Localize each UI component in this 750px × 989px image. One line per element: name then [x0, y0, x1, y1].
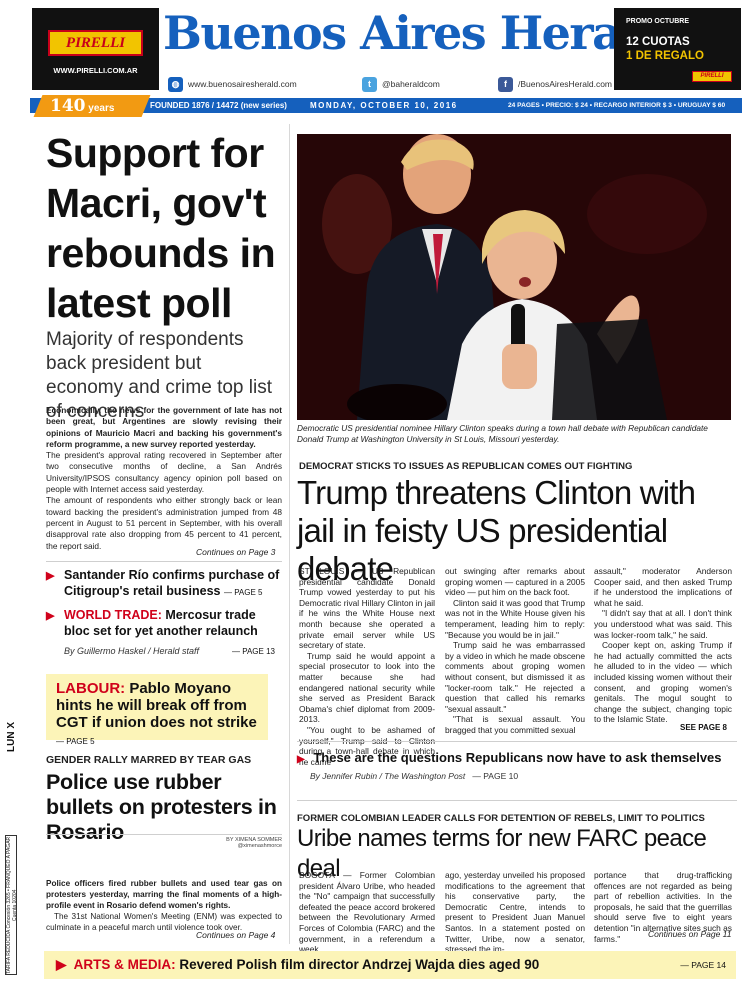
lead-continues-link[interactable]: Continues on Page 3: [196, 547, 275, 557]
trump-column-3: assault," moderator Anderson Cooper said…: [594, 566, 732, 725]
world-trade-teaser[interactable]: ▶ WORLD TRADE: Mercosur trade bloc set f…: [46, 608, 282, 639]
arrow-right-icon: ▶: [46, 570, 55, 582]
rosario-credit: BY XIMENA SOMMER @ximenashmorce: [190, 837, 282, 849]
globe-icon: ◍: [168, 76, 183, 92]
promo-line-1: 12 CUOTAS: [626, 36, 690, 48]
lead-paragraph: The president's approval rating recovere…: [46, 450, 282, 495]
arrow-right-icon: ▶: [46, 610, 55, 622]
twitter-icon: t: [362, 76, 377, 92]
debate-photo-illustration: [297, 134, 731, 420]
trump-paragraph: "I didn't say that at all. I don't think…: [594, 608, 732, 640]
uribe-continues-link[interactable]: Continues on Page 11: [648, 929, 732, 939]
founded-text: FOUNDED 1876 / 14472 (new series): [150, 101, 287, 110]
lead-paragraph: Economically, the news for the governmen…: [46, 405, 282, 449]
pirelli-ad-left[interactable]: PIRELLI WWW.PIRELLI.COM.AR: [32, 8, 159, 90]
world-trade-byline: By Guillermo Haskel / Herald staff: [64, 646, 200, 656]
uribe-paragraph: ago, yesterday unveiled his proposed mod…: [445, 870, 585, 955]
lead-paragraph: The amount of respondents who either str…: [46, 495, 282, 551]
anniversary-text: 140 years: [50, 95, 140, 117]
anniversary-number: 140: [50, 96, 86, 116]
pirelli-url: WWW.PIRELLI.COM.AR: [53, 66, 138, 75]
column-divider: [289, 124, 290, 944]
arts-page: — PAGE 14: [680, 960, 726, 970]
pirelli-logo: PIRELLI: [48, 30, 143, 56]
republicans-teaser[interactable]: ▶ These are the questions Republicans no…: [297, 750, 737, 765]
arrow-right-icon: ▶: [56, 957, 67, 972]
trump-paragraph: Trump said he was embarrassed by a video…: [445, 640, 585, 714]
trump-see-page[interactable]: SEE PAGE 8: [680, 723, 727, 732]
day-tag: LUN X: [6, 722, 17, 752]
santander-page: — PAGE 5: [223, 587, 263, 597]
newspaper-title: Buenos Aires Herald: [163, 6, 669, 60]
website-text: www.buenosairesherald.com: [188, 79, 297, 89]
arts-teaser[interactable]: ▶ ARTS & MEDIA: Revered Polish film dire…: [44, 951, 736, 979]
trump-paragraph: ST LOUIS — US Republican presidential ca…: [299, 566, 435, 651]
twitter-link[interactable]: t @baheraldcom: [362, 76, 440, 92]
promo-label: PROMO OCTUBRE: [626, 18, 689, 25]
trump-paragraph: Clinton said it was good that Trump was …: [445, 597, 585, 640]
trump-paragraph: "That is sexual assault. You bragged tha…: [445, 714, 585, 735]
promo-pirelli-logo: PIRELLI: [692, 71, 732, 82]
issue-date: MONDAY, OCTOBER 10, 2016: [310, 101, 458, 110]
rosario-credit-handle: @ximenashmorce: [237, 843, 282, 849]
republicans-author: By Jennifer Rubin / The Washington Post: [310, 771, 466, 781]
divider: [297, 800, 737, 801]
trump-paragraph: assault," moderator Anderson Cooper said…: [594, 566, 732, 608]
world-trade-page: — PAGE 13: [232, 647, 275, 656]
anniversary-word: years: [88, 103, 115, 114]
rosario-continues-link[interactable]: Continues on Page 4: [196, 930, 275, 940]
price-text: 24 PAGES • PRECIO: $ 24 • RECARGO INTERI…: [508, 102, 726, 109]
uribe-column-2: ago, yesterday unveiled his proposed mod…: [445, 870, 585, 955]
trump-paragraph: out swinging after remarks about groping…: [445, 566, 585, 598]
trump-column-1: ST LOUIS — US Republican presidential ca…: [299, 566, 435, 767]
republicans-text: These are the questions Republicans now …: [313, 750, 722, 765]
arrow-right-icon: ▶: [297, 754, 305, 765]
twitter-text: @baheraldcom: [382, 79, 440, 89]
divider: [46, 834, 282, 835]
arts-headline: Revered Polish film director Andrzej Waj…: [179, 957, 540, 972]
labour-teaser[interactable]: LABOUR: Pablo Moyano hints he will break…: [46, 674, 268, 746]
divider: [297, 741, 737, 742]
labour-page: — PAGE 5: [56, 737, 95, 746]
promo-ad-right[interactable]: PROMO OCTUBRE 12 CUOTAS 1 DE REGALO PIRE…: [614, 8, 741, 90]
uribe-paragraph: BOGOTÁ — Former Colombian president Álva…: [299, 870, 435, 955]
uribe-column-1: BOGOTÁ — Former Colombian president Álva…: [299, 870, 435, 955]
trump-column-2: out swinging after remarks about groping…: [445, 566, 585, 736]
arts-text: ▶ ARTS & MEDIA: Revered Polish film dire…: [56, 957, 539, 973]
promo-line-2: 1 DE REGALO: [626, 50, 704, 62]
postal-box: TARIFA REDUCIDA Concesión 3265 • FRANQUE…: [5, 835, 18, 975]
trump-paragraph: Cooper kept on, asking Trump if he had a…: [594, 640, 732, 725]
santander-teaser[interactable]: ▶ Santander Río confirms purchase of Cit…: [46, 568, 282, 600]
lead-body: Economically, the news for the governmen…: [46, 405, 282, 552]
labour-label: LABOUR:: [56, 680, 126, 697]
rosario-paragraph: Police officers fired rubber bullets and…: [46, 879, 282, 910]
arts-label: ARTS & MEDIA:: [73, 957, 176, 972]
uribe-kicker: FORMER COLOMBIAN LEADER CALLS FOR DETENT…: [297, 813, 705, 824]
pirelli-logo-text: PIRELLI: [65, 35, 126, 51]
rosario-body: Police officers fired rubber bullets and…: [46, 878, 282, 933]
labour-text: LABOUR: Pablo Moyano hints he will break…: [56, 680, 261, 750]
website-link[interactable]: ◍ www.buenosairesherald.com: [168, 76, 297, 92]
trump-kicker: DEMOCRAT STICKS TO ISSUES AS REPUBLICAN …: [299, 461, 633, 472]
facebook-link[interactable]: f /BuenosAiresHerald.com: [498, 76, 612, 92]
lead-headline[interactable]: Support for Macri, gov't rebounds in lat…: [46, 128, 278, 328]
facebook-icon: f: [498, 76, 513, 92]
republicans-byline: By Jennifer Rubin / The Washington Post …: [310, 771, 518, 781]
world-trade-label: WORLD TRADE:: [64, 608, 162, 622]
republicans-page: — PAGE 10: [472, 771, 519, 781]
facebook-text: /BuenosAiresHerald.com: [518, 79, 613, 89]
photo-caption: Democratic US presidential nominee Hilla…: [297, 423, 708, 444]
rosario-kicker: GENDER RALLY MARRED BY TEAR GAS: [46, 754, 252, 766]
divider: [46, 561, 282, 562]
trump-paragraph: Trump said he would appoint a special pr…: [299, 650, 435, 725]
debate-photo[interactable]: [297, 134, 731, 420]
